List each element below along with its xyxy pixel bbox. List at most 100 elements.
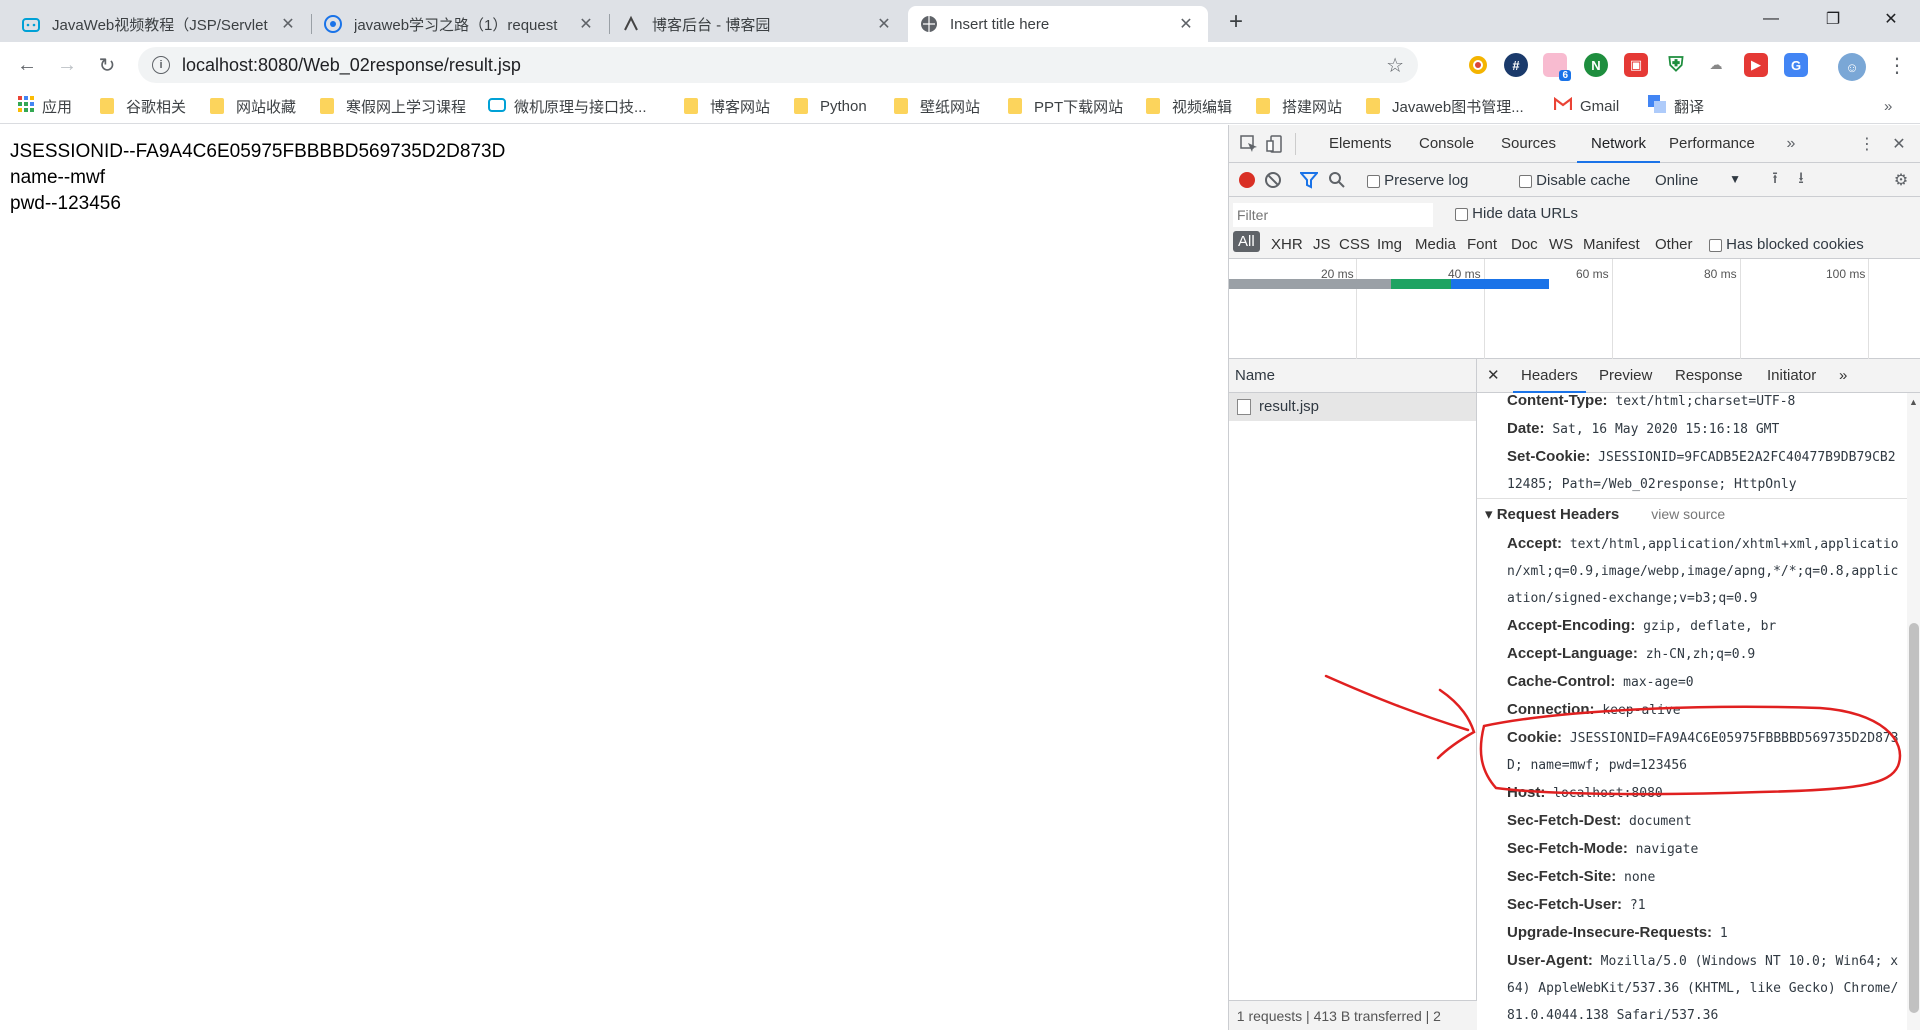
minimize-icon[interactable]: — <box>1748 4 1794 34</box>
bookmark-folder[interactable]: 壁纸网站 <box>894 94 980 118</box>
back-arrow-icon[interactable]: ← <box>12 50 42 80</box>
bookmark-folder[interactable]: 寒假网上学习课程 <box>320 94 466 118</box>
scroll-up-icon[interactable]: ▲ <box>1909 397 1918 407</box>
bookmark-folder[interactable]: Python <box>794 94 867 118</box>
filter-doc[interactable]: Doc <box>1511 236 1538 253</box>
bookmark-translate[interactable]: 翻译 <box>1648 94 1704 118</box>
bookmark-folder[interactable]: Javaweb图书管理... <box>1366 94 1524 118</box>
extension-eye-icon[interactable] <box>1466 53 1490 77</box>
filter-xhr[interactable]: XHR <box>1271 236 1303 253</box>
hide-data-urls-toggle[interactable]: Hide data URLs <box>1455 205 1578 222</box>
bookmark-folder[interactable]: 搭建网站 <box>1256 94 1342 118</box>
bookmark-label: Javaweb图书管理... <box>1392 98 1524 116</box>
tab-performance[interactable]: Performance <box>1669 125 1755 163</box>
tab-blog-admin[interactable]: 博客后台 - 博客园 ✕ <box>610 6 906 42</box>
has-blocked-cookies-checkbox[interactable] <box>1709 238 1722 252</box>
record-icon[interactable] <box>1237 170 1257 190</box>
info-icon[interactable]: i <box>152 56 170 74</box>
extension-apps-icon[interactable]: ▣ <box>1624 53 1648 77</box>
filter-js[interactable]: JS <box>1313 236 1331 253</box>
close-icon[interactable]: ✕ <box>874 14 894 34</box>
extension-badge-icon[interactable]: 6 <box>1543 53 1571 81</box>
request-row[interactable]: result.jsp <box>1229 393 1476 421</box>
menu-dots-icon[interactable]: ⋮ <box>1882 50 1912 80</box>
filter-img[interactable]: Img <box>1377 236 1402 253</box>
bookmark-gmail[interactable]: Gmail <box>1553 94 1619 118</box>
extension-cloud-icon[interactable]: ☁ <box>1704 53 1728 77</box>
translate-icon <box>1648 95 1666 117</box>
tab-insert-title[interactable]: Insert title here ✕ <box>908 6 1208 42</box>
filter-media[interactable]: Media <box>1415 236 1456 253</box>
upload-icon[interactable]: ⭱ <box>1765 170 1785 190</box>
device-toolbar-icon[interactable] <box>1265 134 1285 154</box>
tab-elements[interactable]: Elements <box>1329 125 1392 163</box>
throttle-select[interactable]: Online ▼ <box>1655 172 1741 189</box>
close-icon[interactable]: ✕ <box>278 14 298 34</box>
extension-translate-icon[interactable]: G <box>1784 53 1808 77</box>
extension-shield-icon[interactable]: ⛨ <box>1664 53 1688 77</box>
extension-n-icon[interactable]: N <box>1584 53 1608 77</box>
url-text[interactable]: localhost:8080/Web_02response/result.jsp <box>182 55 521 76</box>
filter-other[interactable]: Other <box>1655 236 1693 253</box>
header-row: User-Agent: Mozilla/5.0 (Windows NT 10.0… <box>1477 947 1907 1029</box>
profile-avatar[interactable]: ☺ <box>1838 53 1866 81</box>
has-blocked-cookies-toggle[interactable]: Has blocked cookies <box>1709 236 1864 253</box>
bookmark-folder[interactable]: 博客网站 <box>684 94 770 118</box>
disable-cache-toggle[interactable]: Disable cache <box>1519 172 1630 189</box>
maximize-icon[interactable]: ❐ <box>1810 4 1856 34</box>
tab-network[interactable]: Network <box>1577 125 1661 163</box>
hide-data-urls-checkbox[interactable] <box>1455 207 1468 221</box>
filter-ws[interactable]: WS <box>1549 236 1573 253</box>
reload-icon[interactable]: ↻ <box>92 50 122 80</box>
extension-hash-icon[interactable]: # <box>1504 53 1528 77</box>
preserve-log-checkbox[interactable] <box>1367 174 1380 188</box>
preserve-log-toggle[interactable]: Preserve log <box>1367 172 1468 189</box>
tab-sources[interactable]: Sources <box>1501 125 1556 163</box>
bookmark-apps[interactable]: 应用 <box>18 94 72 118</box>
name-column-header[interactable]: Name <box>1229 359 1476 393</box>
address-bar[interactable]: i localhost:8080/Web_02response/result.j… <box>138 47 1418 83</box>
inspect-element-icon[interactable] <box>1239 134 1259 154</box>
extension-video-icon[interactable]: ▶ <box>1744 53 1768 77</box>
disable-cache-checkbox[interactable] <box>1519 174 1532 188</box>
filter-css[interactable]: CSS <box>1339 236 1370 253</box>
settings-gear-icon[interactable]: ⚙ <box>1891 170 1911 190</box>
bookmark-folder[interactable]: PPT下载网站 <box>1008 94 1123 118</box>
devtools-menu-icon[interactable]: ⋮ <box>1857 134 1877 154</box>
bookmark-folder[interactable]: 视频编辑 <box>1146 94 1232 118</box>
close-icon[interactable]: ✕ <box>1176 14 1196 34</box>
forward-arrow-icon[interactable]: → <box>52 50 82 80</box>
clear-icon[interactable] <box>1263 170 1283 190</box>
more-detail-tabs-icon[interactable]: » <box>1839 359 1847 393</box>
new-tab-button[interactable]: + <box>1222 8 1250 36</box>
filter-input[interactable] <box>1233 203 1433 227</box>
devtools-close-icon[interactable]: ✕ <box>1889 134 1909 154</box>
window-close-icon[interactable]: ✕ <box>1868 4 1914 34</box>
request-headers-section[interactable]: ▾ Request Headers view source <box>1477 498 1907 530</box>
tab-javaweb-blog[interactable]: javaweb学习之路（1）request ✕ <box>312 6 608 42</box>
tab-initiator[interactable]: Initiator <box>1767 359 1816 393</box>
filter-manifest[interactable]: Manifest <box>1583 236 1640 253</box>
download-icon[interactable]: ⭳ <box>1791 170 1811 190</box>
tab-javaweb-video[interactable]: JavaWeb视频教程（JSP/Servlet ✕ <box>10 6 310 42</box>
tab-preview[interactable]: Preview <box>1599 359 1652 393</box>
close-detail-icon[interactable]: ✕ <box>1487 359 1500 393</box>
more-tabs-icon[interactable]: » <box>1781 134 1801 154</box>
bookmark-folder[interactable]: 谷歌相关 <box>100 94 186 118</box>
bookmark-bilibili[interactable]: 微机原理与接口技... <box>488 94 647 118</box>
search-icon[interactable] <box>1327 170 1347 190</box>
bookmark-label: 应用 <box>42 98 73 116</box>
view-source-link[interactable]: view source <box>1651 506 1725 522</box>
filter-funnel-icon[interactable] <box>1299 170 1319 190</box>
bookmark-star-icon[interactable]: ☆ <box>1386 53 1404 78</box>
bookmark-folder[interactable]: 网站收藏 <box>210 94 296 118</box>
tab-headers[interactable]: Headers <box>1513 359 1586 393</box>
bookmarks-overflow-icon[interactable]: » <box>1884 94 1892 118</box>
filter-font[interactable]: Font <box>1467 236 1497 253</box>
close-icon[interactable]: ✕ <box>576 14 596 34</box>
filter-all[interactable]: All <box>1233 231 1260 252</box>
tab-response[interactable]: Response <box>1675 359 1743 393</box>
tab-console[interactable]: Console <box>1419 125 1474 163</box>
scrollbar-thumb[interactable] <box>1909 623 1919 1013</box>
headers-scrollbar[interactable]: ▲ <box>1907 393 1920 1030</box>
